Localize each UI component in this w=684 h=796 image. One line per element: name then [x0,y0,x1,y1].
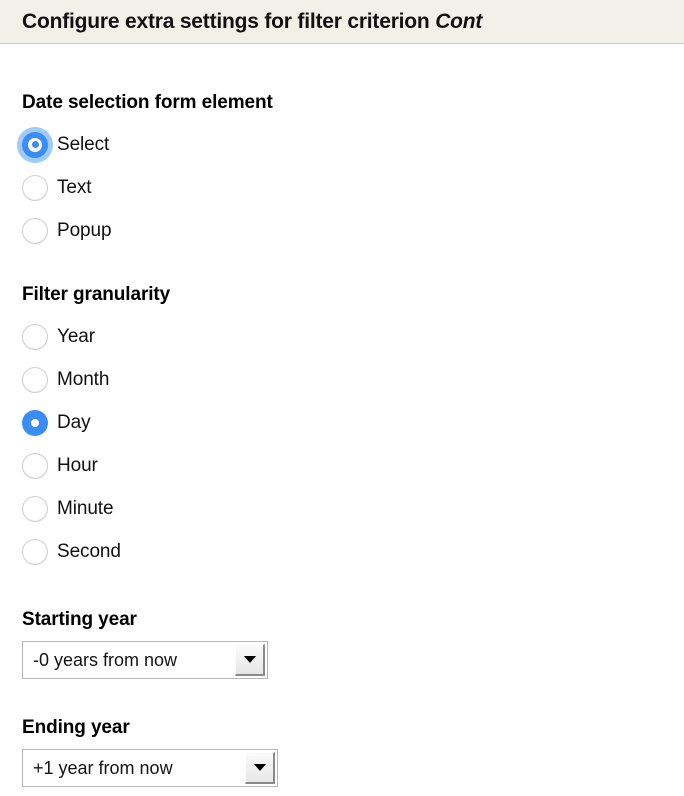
dialog-title-bar: Configure extra settings for filter crit… [0,0,684,44]
radio-option-month[interactable]: Month [22,358,684,401]
radio-option-text[interactable]: Text [22,166,684,209]
section-heading-filter-granularity: Filter granularity [22,284,171,305]
radio-option-popup[interactable]: Popup [22,209,684,252]
radio-icon-popup[interactable] [22,217,48,244]
radio-label-second: Second [57,540,121,562]
section-heading-starting-year: Starting year [22,609,137,630]
radio-label-hour: Hour [57,454,98,476]
radio-label-month: Month [57,368,110,390]
radio-label-year: Year [57,325,95,347]
radio-label-minute: Minute [57,497,114,519]
section-heading-ending-year: Ending year [22,717,130,738]
radio-option-hour[interactable]: Hour [22,444,684,487]
radio-icon-month[interactable] [22,366,48,393]
starting-year-select[interactable]: -0 years from now [22,641,268,679]
radio-option-second[interactable]: Second [22,530,684,573]
radio-label-day: Day [57,411,91,433]
radio-label-select: Select [57,133,110,155]
radio-group-date-form-element: Select Text Popup [22,123,684,252]
radio-icon-day[interactable] [22,409,48,436]
ending-year-select[interactable]: +1 year from now [22,749,278,787]
radio-option-year[interactable]: Year [22,315,684,358]
radio-group-filter-granularity: Year Month Day Hour Minute Second [22,315,684,573]
starting-year-select-value: -0 years from now [33,649,178,670]
radio-icon-hour[interactable] [22,452,48,479]
radio-icon-select[interactable] [22,131,48,158]
radio-label-popup: Popup [57,219,112,241]
chevron-down-icon [243,656,256,663]
ending-year-dropdown-button[interactable] [245,752,275,784]
radio-icon-year[interactable] [22,323,48,350]
radio-icon-text[interactable] [22,174,48,201]
starting-year-dropdown-button[interactable] [235,644,265,676]
radio-label-text: Text [57,176,92,198]
page-title: Configure extra settings for filter crit… [22,10,482,34]
page-title-prefix: Configure extra settings for filter crit… [22,9,436,33]
radio-icon-minute[interactable] [22,495,48,522]
radio-option-select[interactable]: Select [22,123,684,166]
radio-option-minute[interactable]: Minute [22,487,684,530]
radio-option-day[interactable]: Day [22,401,684,444]
chevron-down-icon [253,764,266,771]
settings-form: Date selection form element Select Text … [0,92,684,787]
page-title-criterion: Cont [435,9,483,33]
section-heading-date-form-element: Date selection form element [22,92,273,113]
radio-icon-second[interactable] [22,538,48,565]
ending-year-select-value: +1 year from now [33,757,173,778]
